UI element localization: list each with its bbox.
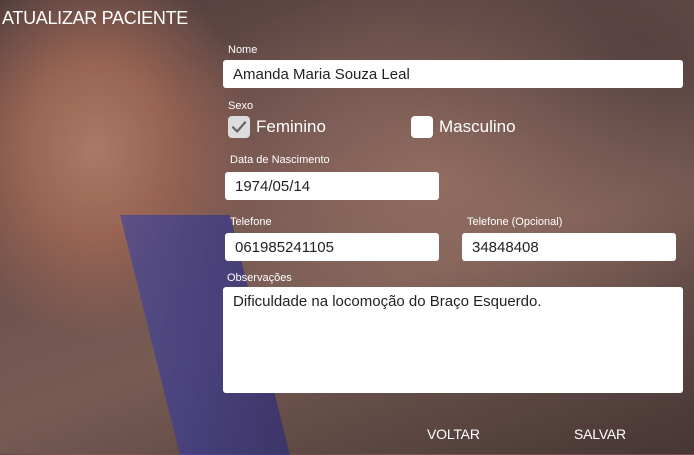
sex-option-feminino[interactable]: Feminino	[228, 116, 326, 138]
phone-optional-label: Telefone (Opcional)	[467, 216, 563, 228]
checkbox-masculino[interactable]	[411, 116, 433, 138]
birthdate-field[interactable]: 1974/05/14	[225, 172, 439, 200]
notes-field[interactable]: Dificuldade na locomoção do Braço Esquer…	[223, 287, 683, 393]
phone-field[interactable]: 061985241105	[225, 233, 439, 261]
feminino-label: Feminino	[256, 117, 326, 136]
check-icon	[231, 121, 247, 133]
save-button[interactable]: SALVAR	[574, 426, 626, 442]
name-field[interactable]: Amanda Maria Souza Leal	[223, 60, 683, 88]
page-title: ATUALIZAR PACIENTE	[2, 8, 188, 28]
name-label: Nome	[228, 44, 258, 56]
sex-label: Sexo	[228, 100, 254, 112]
phone-optional-field[interactable]: 34848408	[462, 233, 676, 261]
checkbox-feminino[interactable]	[228, 116, 250, 138]
sex-option-masculino[interactable]: Masculino	[411, 116, 516, 138]
back-button[interactable]: VOLTAR	[427, 426, 480, 442]
masculino-label: Masculino	[439, 117, 516, 136]
birthdate-label: Data de Nascimento	[230, 154, 330, 166]
notes-label: Observações	[227, 272, 292, 284]
phone-label: Telefone	[230, 216, 272, 228]
